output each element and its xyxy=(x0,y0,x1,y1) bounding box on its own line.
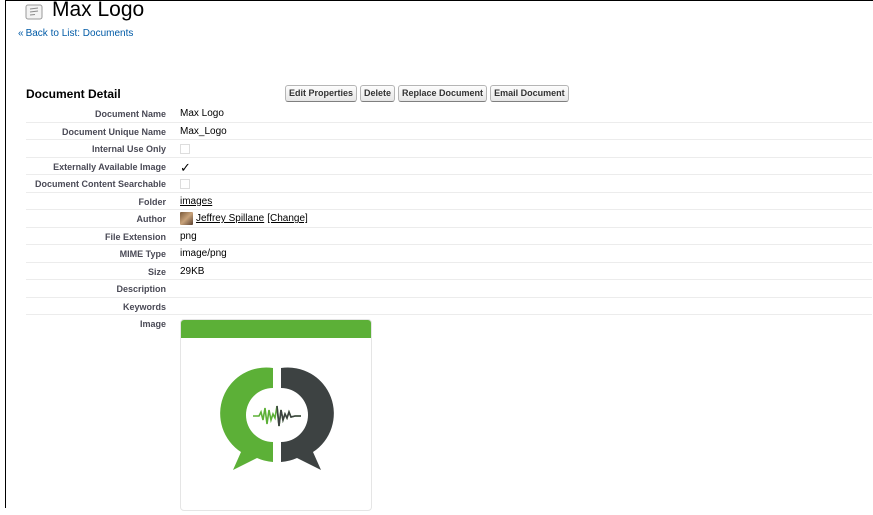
field-row-mime-type: MIME Type image/png xyxy=(26,245,872,263)
field-row-folder: Folder images xyxy=(26,193,872,210)
back-link-label: Back to List: Documents xyxy=(25,28,134,39)
field-label: Internal Use Only xyxy=(91,144,166,154)
change-owner-link[interactable]: [Change] xyxy=(267,213,308,224)
internal-use-checkbox xyxy=(180,144,190,154)
field-label: Keywords xyxy=(122,301,166,312)
field-value: Max_Logo xyxy=(180,125,227,137)
field-label: Image xyxy=(139,319,166,329)
field-value xyxy=(166,298,180,315)
section-title: Document Detail xyxy=(26,87,121,101)
field-row-externally-available: Externally Available Image ✓ xyxy=(26,158,872,175)
field-row-keywords: Keywords xyxy=(26,298,872,315)
field-row-file-extension: File Extension png xyxy=(26,228,872,245)
field-label: Document Content Searchable xyxy=(34,179,166,189)
field-row-internal-use: Internal Use Only xyxy=(26,140,872,158)
document-icon xyxy=(25,4,43,20)
content-searchable-checkbox xyxy=(180,179,190,189)
avatar xyxy=(180,212,193,225)
field-row-description: Description xyxy=(26,280,872,298)
field-value xyxy=(166,280,180,297)
document-image-preview xyxy=(180,319,372,511)
detail-table: Document Name Max Logo Document Unique N… xyxy=(26,105,872,515)
field-row-image: Image xyxy=(26,315,872,515)
field-row-document-name: Document Name Max Logo xyxy=(26,105,872,123)
field-value: png xyxy=(180,230,197,242)
field-label: Externally Available Image xyxy=(53,161,166,172)
delete-button[interactable]: Delete xyxy=(360,85,396,102)
back-to-list-link[interactable]: «Back to List: Documents xyxy=(18,28,133,39)
field-label: Author xyxy=(136,214,167,224)
author-link[interactable]: Jeffrey Spillane xyxy=(196,213,264,224)
field-label: Document Unique Name xyxy=(61,126,166,137)
field-row-content-searchable: Document Content Searchable xyxy=(26,175,872,193)
page-title: Max Logo xyxy=(52,0,145,21)
field-label: MIME Type xyxy=(119,249,166,259)
field-label: Size xyxy=(147,266,166,277)
replace-document-button[interactable]: Replace Document xyxy=(398,85,488,102)
folder-link[interactable]: images xyxy=(180,196,212,207)
field-row-unique-name: Document Unique Name Max_Logo xyxy=(26,123,872,140)
back-arrow: « xyxy=(18,28,24,39)
max-logo-image xyxy=(220,367,334,470)
checkmark-icon: ✓ xyxy=(180,159,191,175)
button-bar: Edit Properties Delete Replace Document … xyxy=(285,85,569,102)
field-value: Max Logo xyxy=(180,108,224,119)
field-label: Document Name xyxy=(94,109,166,119)
field-label: File Extension xyxy=(104,231,166,242)
field-label: Folder xyxy=(138,196,166,207)
field-value: 29KB xyxy=(180,265,205,277)
field-value: image/png xyxy=(180,248,227,259)
edit-properties-button[interactable]: Edit Properties xyxy=(285,85,358,102)
email-document-button[interactable]: Email Document xyxy=(490,85,569,102)
field-row-size: Size 29KB xyxy=(26,263,872,280)
field-row-author: Author Jeffrey Spillane [Change] xyxy=(26,210,872,228)
field-label: Description xyxy=(116,284,166,294)
